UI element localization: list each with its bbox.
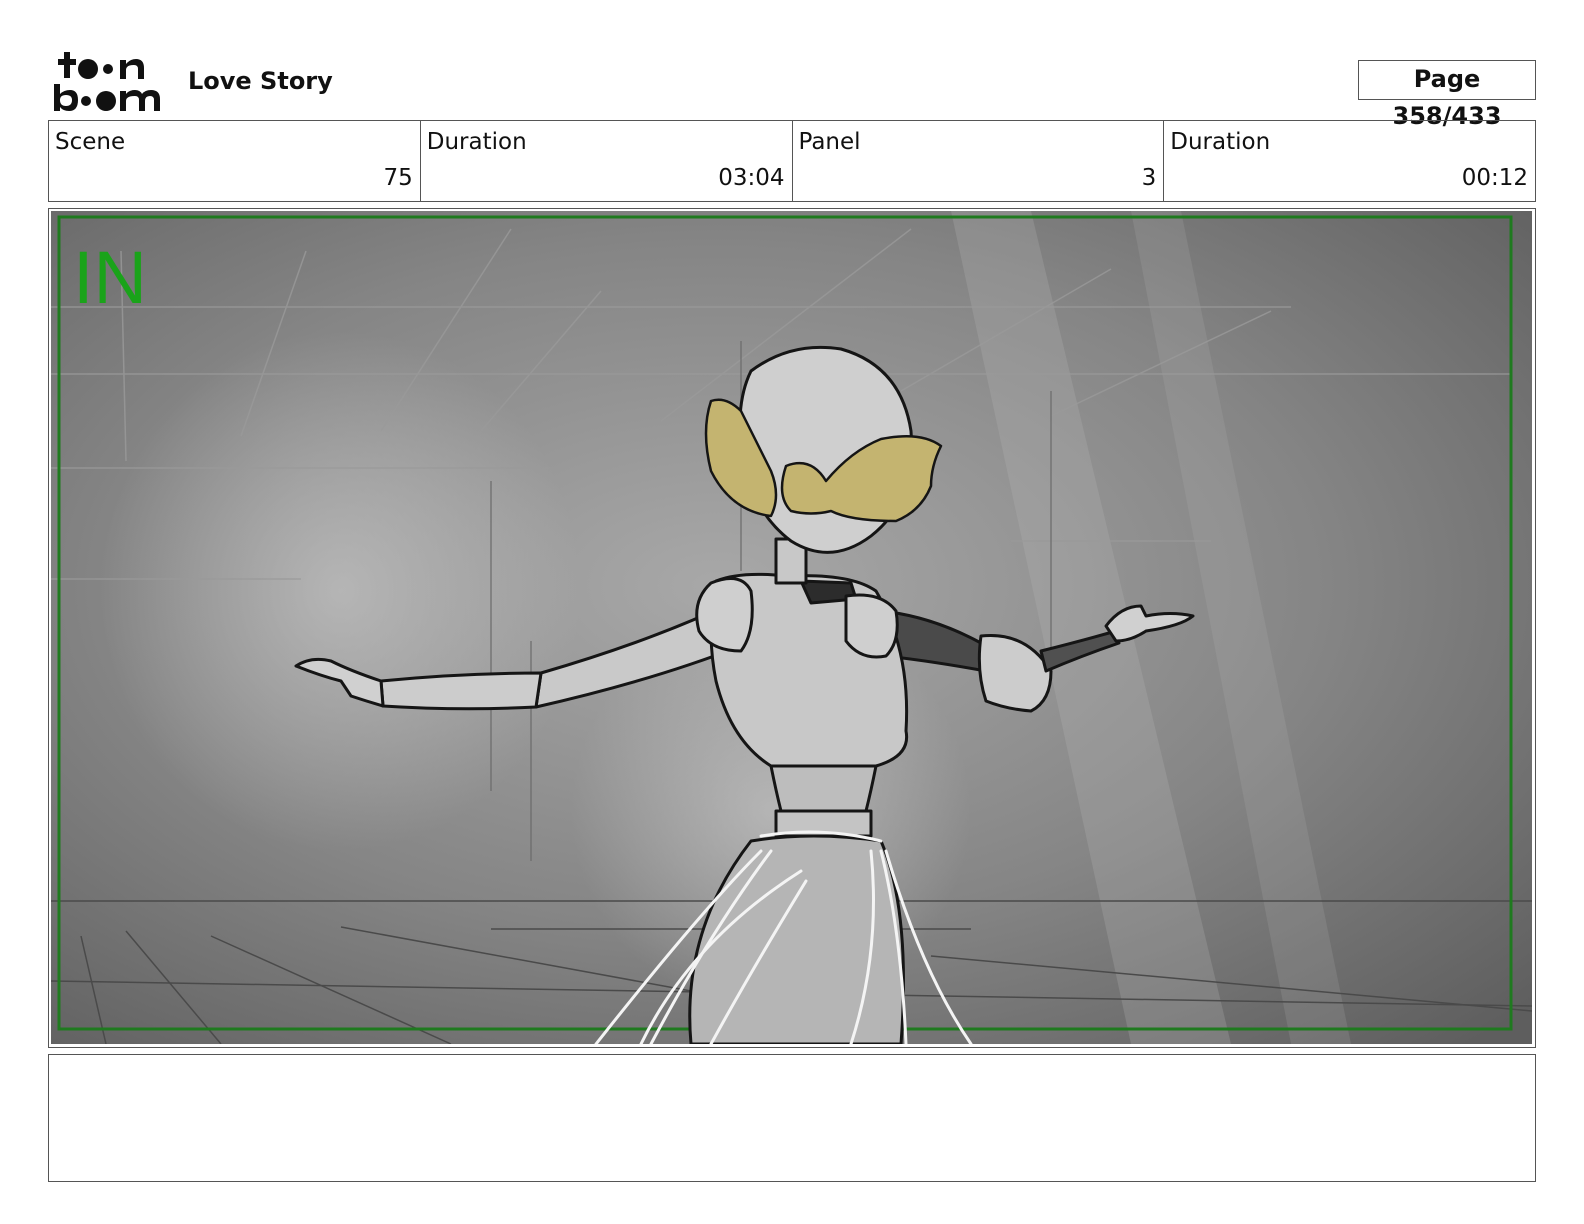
panel-notes-box [48,1054,1536,1182]
panel-duration-label: Duration [1170,129,1271,155]
scene-value: 75 [383,165,413,191]
scene-label: Scene [55,129,126,155]
scene-info-table: Scene 75 Duration 03:04 Panel 3 Duration… [48,120,1536,202]
panel-cell: Panel 3 [793,121,1165,201]
scene-duration-value: 03:04 [718,165,785,191]
toonboom-logo [54,52,160,111]
panel-label: Panel [798,129,861,155]
page-indicator: Page 358/433 [1358,60,1536,130]
panel-drawing: IN [51,211,1532,1044]
scene-duration-label: Duration [426,129,527,155]
panel-value: 3 [1141,165,1157,191]
storyboard-panel: IN [48,208,1536,1048]
panel-duration-cell: Duration 00:12 [1164,121,1535,201]
project-title: Love Story [188,67,333,95]
panel-duration-value: 00:12 [1461,165,1528,191]
scene-cell: Scene 75 [49,121,421,201]
transition-label: IN [73,236,147,319]
scene-duration-cell: Duration 03:04 [421,121,793,201]
